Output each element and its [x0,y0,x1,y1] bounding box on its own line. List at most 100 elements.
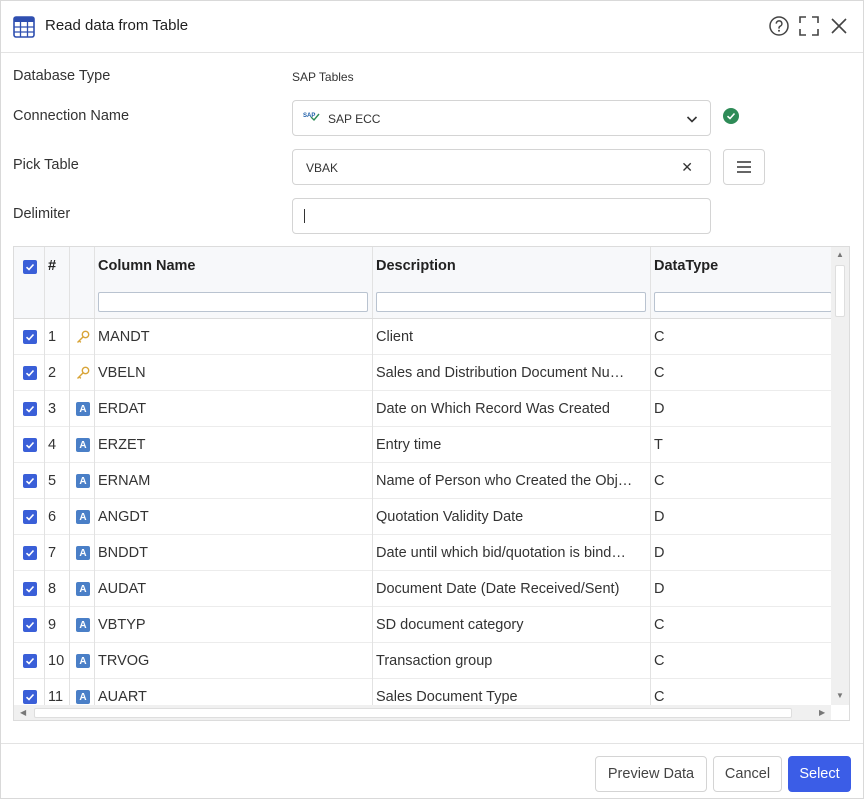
column-name-cell: ERNAM [98,473,151,489]
row-checkbox[interactable] [23,510,37,524]
header-num-cell: # [45,247,70,318]
table-row[interactable]: 6 A ANGDT Quotation Validity Date D [14,499,831,535]
horizontal-scroll-thumb[interactable] [34,708,792,718]
column-name-cell: VBELN [98,365,146,381]
table-browse-button[interactable] [723,149,765,185]
table-row[interactable]: 10 A TRVOG Transaction group C [14,643,831,679]
datatype-filter-input[interactable] [654,292,832,312]
check-icon [25,657,35,665]
datatype-cell: T [654,437,663,453]
connected-check-icon [310,113,320,122]
table-row[interactable]: 5 A ERNAM Name of Person who Created the Ob… [14,463,831,499]
description-cell: Entry time [376,437,442,453]
clear-icon[interactable]: ✕ [681,159,693,176]
row-number: 8 [48,581,57,597]
row-checkbox[interactable] [23,690,37,704]
description-cell: Date until which bid/quotation is bind… [376,545,626,561]
datatype-cell: D [654,581,665,597]
row-checkbox[interactable] [23,582,37,596]
close-button[interactable] [828,15,850,37]
column-name-cell: BNDDT [98,545,148,561]
check-icon [25,369,35,377]
check-icon [25,441,35,449]
header-description-cell[interactable]: Description [373,247,651,318]
column-name-cell: VBTYP [98,617,146,633]
text-type-icon: A [76,402,90,416]
check-icon [25,693,35,701]
description-filter-input[interactable] [376,292,646,312]
database-type-value: SAP Tables [292,70,354,84]
text-cursor [304,209,305,223]
chevron-down-icon [686,116,698,123]
description-cell: Quotation Validity Date [376,509,524,525]
delimiter-input[interactable] [292,198,711,234]
dialog-title: Read data from Table [45,17,189,34]
row-checkbox[interactable] [23,618,37,632]
help-button[interactable] [768,15,790,37]
row-number: 5 [48,473,57,489]
header-column-name-cell[interactable]: Column Name [95,247,373,318]
scroll-left-icon[interactable]: ◀ [20,708,26,717]
maximize-button[interactable] [798,15,820,37]
row-checkbox[interactable] [23,330,37,344]
check-icon [25,477,35,485]
description-cell: Name of Person who Created the Obj… [376,473,633,489]
column-name-cell: TRVOG [98,653,150,669]
scroll-up-icon[interactable]: ▲ [836,250,844,259]
check-icon [25,263,35,271]
close-icon [831,18,847,34]
table-row[interactable]: 1 MANDT Client C [14,319,831,355]
columns-grid: # Column Name Description DataType 1 MAND… [13,246,850,721]
column-name-cell: ERDAT [98,401,147,417]
description-cell: Sales Document Type [376,689,518,705]
description-cell: Document Date (Date Received/Sent) [376,581,620,597]
table-row[interactable]: 7 A BNDDT Date until which bid/quotation is… [14,535,831,571]
datatype-cell: C [654,617,665,633]
header-num: # [48,258,57,274]
key-icon [75,365,91,381]
row-checkbox[interactable] [23,654,37,668]
table-row[interactable]: 8 A AUDAT Document Date (Date Received/Sent… [14,571,831,607]
connection-select[interactable]: SAP SAP ECC [292,100,711,136]
connection-name-label: Connection Name [13,108,130,124]
column-name-cell: ERZET [98,437,146,453]
header-column-name: Column Name [98,258,196,274]
vertical-scrollbar[interactable]: ▲ ▼ [831,247,849,705]
delimiter-label: Delimiter [13,206,71,222]
scroll-down-icon[interactable]: ▼ [836,691,844,700]
row-number: 6 [48,509,57,525]
check-icon [25,333,35,341]
row-checkbox[interactable] [23,366,37,380]
table-row[interactable]: 4 A ERZET Entry time T [14,427,831,463]
dialog-header: Read data from Table [1,1,863,53]
row-checkbox[interactable] [23,546,37,560]
column-name-filter-input[interactable] [98,292,368,312]
column-name-cell: AUDAT [98,581,147,597]
header-datatype-cell[interactable]: DataType [651,247,832,318]
table-row[interactable]: 9 A VBTYP SD document category C [14,607,831,643]
pick-table-input[interactable]: VBAK ✕ [292,149,711,185]
scroll-right-icon[interactable]: ▶ [819,708,825,717]
row-checkbox[interactable] [23,474,37,488]
connection-value: SAP ECC [328,112,381,126]
check-icon [25,405,35,413]
row-number: 3 [48,401,57,417]
column-name-cell: ANGDT [98,509,149,525]
pick-table-label: Pick Table [13,157,79,173]
vertical-scroll-thumb[interactable] [835,265,845,317]
select-button[interactable]: Select [788,756,851,792]
select-all-checkbox[interactable] [23,260,37,274]
table-row[interactable]: 2 VBELN Sales and Distribution Document Nu… [14,355,831,391]
row-checkbox[interactable] [23,402,37,416]
preview-data-button[interactable]: Preview Data [595,756,707,792]
horizontal-scrollbar[interactable]: ◀ ▶ [14,705,831,720]
header-icon-cell [70,247,95,318]
pick-table-value: VBAK [306,161,339,175]
cancel-button[interactable]: Cancel [713,756,782,792]
menu-icon [737,161,751,173]
table-row[interactable]: 3 A ERDAT Date on Which Record Was Created D [14,391,831,427]
row-number: 4 [48,437,57,453]
key-icon [75,329,91,345]
row-checkbox[interactable] [23,438,37,452]
datatype-cell: C [654,653,665,669]
